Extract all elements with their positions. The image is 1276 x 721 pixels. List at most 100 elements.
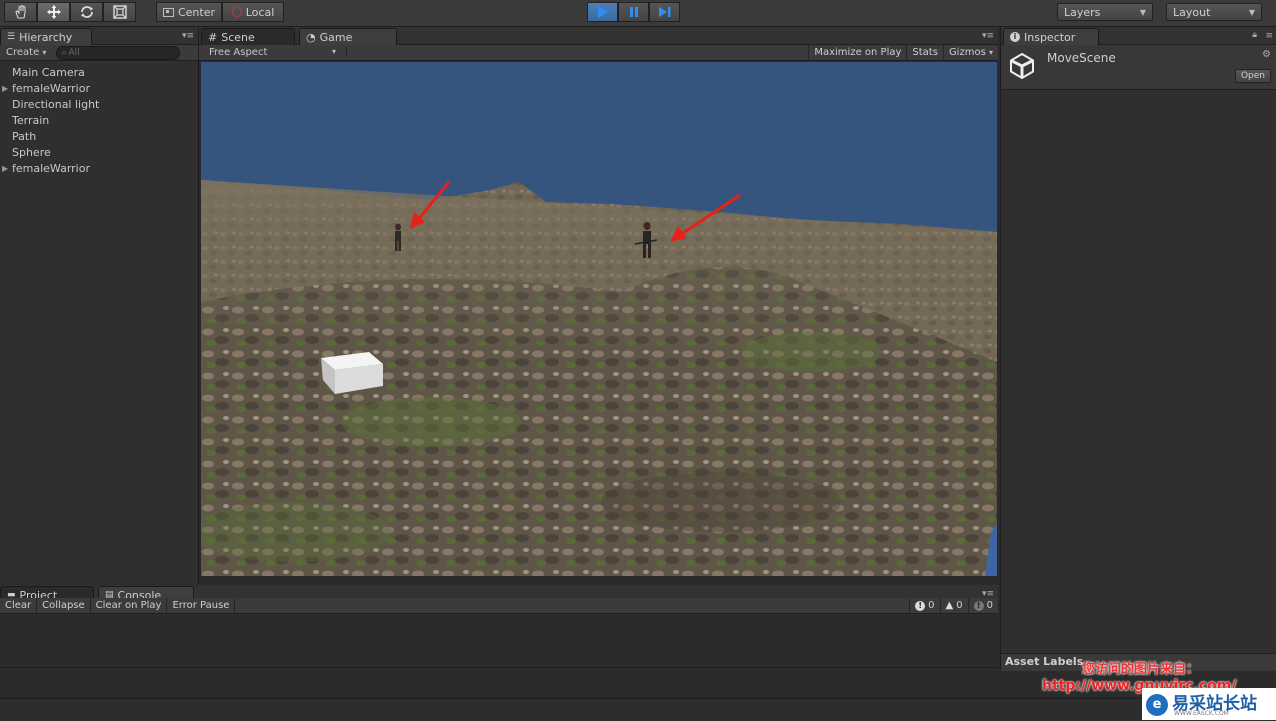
list-item-label: Sphere xyxy=(12,146,51,159)
pivot-local-button[interactable]: Local xyxy=(222,2,284,22)
warning-count-toggle[interactable]: ▲ 0 xyxy=(941,597,969,614)
scale-tool-icon[interactable] xyxy=(103,2,136,22)
grid-icon: # xyxy=(208,30,218,44)
play-controls xyxy=(587,2,680,22)
hierarchy-subbar: Create ▾ ⌕ All xyxy=(0,45,198,61)
pause-button[interactable] xyxy=(618,2,649,22)
tab-game[interactable]: ◔ Game xyxy=(299,28,397,45)
pivot-center-button[interactable]: Center xyxy=(156,2,222,22)
error-icon: ! xyxy=(973,600,984,611)
list-item-label: Terrain xyxy=(12,114,50,127)
expand-arrow-icon[interactable]: ▶ xyxy=(2,81,8,97)
chevron-down-icon: ▾ xyxy=(988,47,993,57)
tab-hierarchy[interactable]: ☰ Hierarchy xyxy=(0,28,92,45)
collapse-toggle[interactable]: Collapse xyxy=(37,597,91,614)
info-count-toggle[interactable]: ! 0 xyxy=(909,597,941,614)
transform-tools xyxy=(4,2,136,22)
maximize-on-play-toggle[interactable]: Maximize on Play xyxy=(808,44,908,61)
pivot-controls: Center Local xyxy=(156,2,284,22)
inspector-tab-label: Inspector xyxy=(1024,30,1076,44)
game-render xyxy=(201,62,997,576)
game-subbar: Free Aspect ▾ Maximize on Play Stats Giz… xyxy=(199,44,998,61)
list-item-label: Path xyxy=(12,130,37,143)
chevron-down-icon: ▼ xyxy=(1139,7,1146,17)
panel-menu-icon[interactable]: ▾≡ xyxy=(982,31,994,41)
warning-count: 0 xyxy=(956,599,963,611)
list-item[interactable]: Terrain xyxy=(0,113,196,129)
layout-dropdown[interactable]: Layout ▼ xyxy=(1166,3,1262,21)
info-count: 0 xyxy=(928,599,935,611)
panel-menu-icon[interactable]: ≡ xyxy=(1265,31,1273,41)
gizmos-dropdown[interactable]: Gizmos ▾ xyxy=(944,45,998,61)
list-item[interactable]: ▶ femaleWarrior xyxy=(0,81,196,97)
hierarchy-panel: ☰ Hierarchy ▾≡ Create ▾ ⌕ All Main Camer… xyxy=(0,27,199,584)
lock-icon[interactable]: 🔒︎ xyxy=(1252,30,1257,40)
console-subbar: Clear Collapse Clear on Play Error Pause… xyxy=(0,597,998,614)
hierarchy-search-input[interactable]: ⌕ All xyxy=(56,45,181,60)
pause-icon xyxy=(629,7,638,17)
chevron-down-icon: ▾ xyxy=(331,47,336,56)
watermark-line1-text: 您访问的图片来自： xyxy=(1082,662,1200,677)
list-item[interactable]: Sphere xyxy=(0,145,196,161)
aspect-label: Free Aspect xyxy=(209,47,268,58)
pacman-icon: ◔ xyxy=(306,30,316,44)
gear-icon[interactable]: ⚙ xyxy=(1262,49,1271,60)
watermark-line1: 您访问的图片来自： xyxy=(1082,658,1276,677)
create-dropdown[interactable]: Create ▾ xyxy=(0,47,52,58)
stats-toggle[interactable]: Stats xyxy=(907,44,944,61)
asset-labels-title: Asset Labels xyxy=(1005,655,1084,668)
clear-on-play-toggle[interactable]: Clear on Play xyxy=(91,597,168,614)
scene-tab-label: Scene xyxy=(221,30,255,44)
move-tool-icon[interactable] xyxy=(37,2,70,22)
open-button[interactable]: Open xyxy=(1235,69,1271,83)
main-toolbar: Center Local Layers ▼ Layout ▼ xyxy=(0,0,1276,27)
center-tabbar: # Scene ◔ Game ▾≡ xyxy=(199,27,998,45)
step-button[interactable] xyxy=(649,2,680,22)
chevron-down-icon: ▾ xyxy=(42,48,47,57)
asset-header: MoveScene ⚙ Open xyxy=(1001,45,1276,90)
watermark-logo-sub: WWW.EASCK.COM xyxy=(1174,710,1229,717)
hand-tool-icon[interactable] xyxy=(4,2,37,22)
list-item-label: femaleWarrior xyxy=(12,82,90,95)
play-icon xyxy=(597,6,609,18)
expand-arrow-icon[interactable]: ▶ xyxy=(2,161,8,177)
list-item[interactable]: Path xyxy=(0,129,196,145)
info-icon: i xyxy=(1010,32,1020,42)
aspect-dropdown[interactable]: Free Aspect ▾ xyxy=(199,47,347,58)
error-pause-toggle[interactable]: Error Pause xyxy=(167,597,236,614)
console-detail-area[interactable] xyxy=(0,668,998,698)
panel-menu-icon[interactable]: ▾≡ xyxy=(182,31,194,41)
hierarchy-tabbar: ☰ Hierarchy ▾≡ xyxy=(0,27,198,45)
list-item[interactable]: ▶ femaleWarrior xyxy=(0,161,196,177)
layout-label: Layout xyxy=(1173,5,1211,19)
watermark-logo: e 易采站长站 WWW.EASCK.COM xyxy=(1142,688,1276,720)
create-label: Create xyxy=(6,47,40,58)
unity-logo-icon xyxy=(1010,52,1034,80)
inspector-panel: i Inspector 🔒︎ ≡ MoveScene ⚙ Open Asset … xyxy=(1000,27,1276,671)
list-item-label: femaleWarrior xyxy=(12,162,90,175)
tab-scene[interactable]: # Scene xyxy=(201,28,295,45)
layers-dropdown[interactable]: Layers ▼ xyxy=(1057,3,1153,21)
search-icon: ⌕ xyxy=(61,47,67,58)
game-tab-label: Game xyxy=(319,30,353,44)
game-viewport[interactable] xyxy=(201,62,997,576)
list-item[interactable]: Directional light xyxy=(0,97,196,113)
play-button[interactable] xyxy=(587,2,618,22)
game-panel: # Scene ◔ Game ▾≡ Free Aspect ▾ Maximize… xyxy=(199,27,998,584)
pivot-center-icon xyxy=(162,7,174,17)
layers-label: Layers xyxy=(1064,5,1101,19)
list-item[interactable]: Main Camera xyxy=(0,65,196,81)
tab-inspector[interactable]: i Inspector xyxy=(1003,28,1099,45)
warning-icon: ▲ xyxy=(945,599,954,611)
status-bar xyxy=(0,698,1276,721)
console-log-area[interactable] xyxy=(0,615,998,668)
console-panel: ▬ Project ▤ Console ▾≡ Clear Collapse Cl… xyxy=(0,585,998,698)
clear-button[interactable]: Clear xyxy=(0,597,38,614)
error-count-toggle[interactable]: ! 0 xyxy=(969,598,998,614)
chevron-down-icon: ▼ xyxy=(1248,7,1255,17)
gizmos-label: Gizmos xyxy=(948,46,986,58)
easck-logo-icon: e xyxy=(1146,694,1168,716)
info-icon: ! xyxy=(915,600,926,611)
rotate-tool-icon[interactable] xyxy=(70,2,103,22)
list-item-label: Main Camera xyxy=(12,66,85,79)
